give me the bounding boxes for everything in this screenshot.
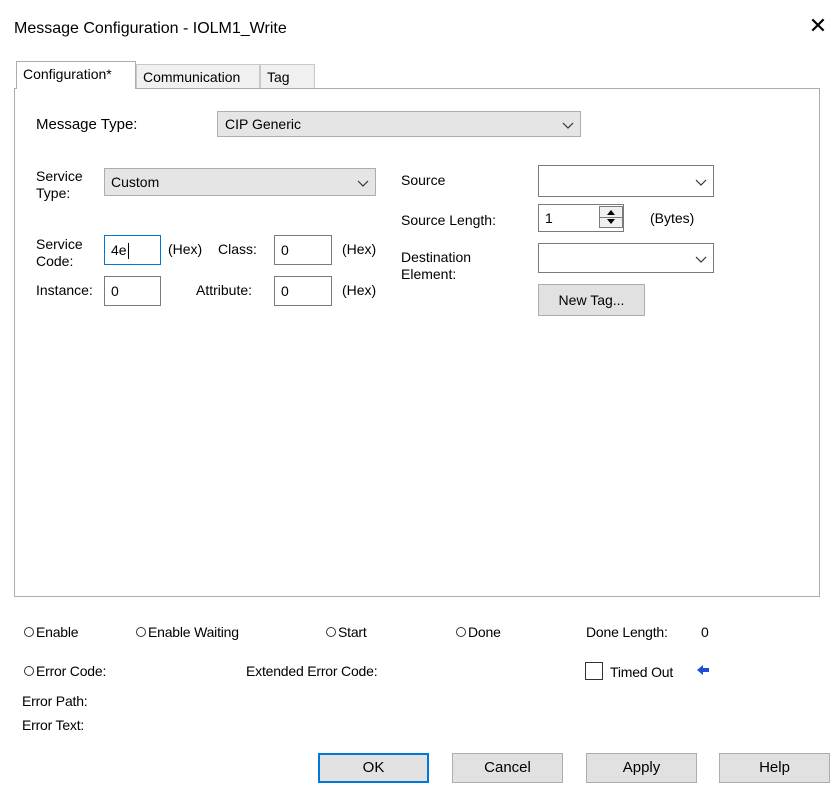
service-type-label: Service Type: [36, 168, 83, 201]
error-path-label: Error Path: [22, 693, 88, 709]
service-code-label: Service Code: [36, 236, 83, 269]
spinner-down-icon[interactable] [600, 217, 622, 227]
status-indicator-icon [24, 627, 34, 637]
instance-label: Instance: [36, 282, 93, 298]
bytes-label: (Bytes) [650, 210, 695, 226]
service-code-input[interactable]: 4e [104, 235, 161, 265]
enable-status: Enable [24, 624, 79, 640]
attribute-label: Attribute: [196, 282, 253, 298]
spinner-up-icon[interactable] [600, 207, 622, 217]
error-text-label: Error Text: [22, 717, 85, 733]
message-type-label: Message Type: [36, 116, 138, 133]
source-length-label: Source Length: [401, 212, 496, 228]
attribute-hex-label: (Hex) [342, 282, 377, 298]
window-title: Message Configuration - IOLM1_Write [14, 20, 287, 37]
done-length-value: 0 [701, 624, 709, 640]
destination-element-select[interactable] [538, 243, 714, 273]
source-length-spinner[interactable] [599, 206, 623, 228]
chevron-down-icon [562, 122, 574, 129]
help-button[interactable]: Help [719, 753, 830, 783]
message-type-select[interactable]: CIP Generic [217, 111, 581, 137]
instance-input[interactable]: 0 [104, 276, 161, 306]
status-indicator-icon [326, 627, 336, 637]
source-select[interactable] [538, 165, 714, 197]
apply-button[interactable]: Apply [586, 753, 697, 783]
class-hex-label: (Hex) [342, 241, 377, 257]
class-label: Class: [218, 241, 257, 257]
chevron-down-icon [695, 179, 707, 186]
tab-tag[interactable]: Tag [260, 64, 315, 89]
extended-error-code-label: Extended Error Code: [246, 663, 378, 679]
source-label: Source [401, 172, 446, 188]
service-type-value: Custom [111, 174, 160, 190]
ok-button[interactable]: OK [318, 753, 429, 783]
message-type-value: CIP Generic [225, 116, 301, 132]
attribute-input[interactable]: 0 [274, 276, 332, 306]
arrow-left-icon [697, 665, 709, 675]
timed-out-label: Timed Out [610, 664, 674, 680]
status-indicator-icon [136, 627, 146, 637]
tab-configuration[interactable]: Configuration* [16, 61, 136, 89]
destination-element-label: Destination Element: [401, 249, 472, 282]
chevron-down-icon [357, 180, 369, 187]
new-tag-button[interactable]: New Tag... [538, 284, 645, 316]
done-length-label: Done Length: [586, 624, 668, 640]
chevron-down-icon [695, 256, 707, 263]
tab-communication[interactable]: Communication [136, 64, 260, 89]
service-code-hex-label: (Hex) [168, 241, 203, 257]
class-input[interactable]: 0 [274, 235, 332, 265]
status-indicator-icon [456, 627, 466, 637]
error-code-status: Error Code: [24, 663, 106, 679]
cancel-button[interactable]: Cancel [452, 753, 563, 783]
close-icon[interactable]: ✕ [806, 14, 830, 38]
service-type-select[interactable]: Custom [104, 168, 376, 196]
done-status: Done [456, 624, 501, 640]
timed-out-checkbox[interactable] [585, 662, 603, 680]
status-indicator-icon [24, 666, 34, 676]
start-status: Start [326, 624, 367, 640]
enable-waiting-status: Enable Waiting [136, 624, 239, 640]
